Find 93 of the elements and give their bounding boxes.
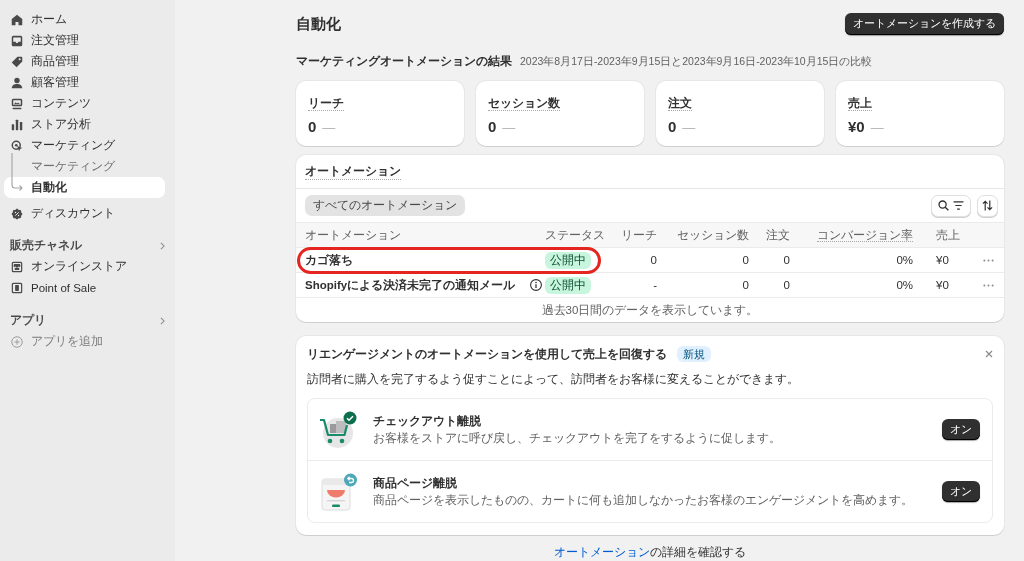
table-cell-text: 0: [741, 279, 749, 291]
metric-label: リーチ: [308, 96, 344, 111]
more-icon[interactable]: [982, 258, 994, 262]
product-page-icon: [318, 472, 358, 511]
card-description: 訪問者に購入を完了するよう促すことによって、訪問者をお客様に変えることができます。: [307, 372, 800, 386]
date-range-text: 2023年8月17日-2023年9月15日と2023年9月16日-2023年10月15日の比較: [520, 54, 873, 68]
metric-value: 0: [668, 117, 677, 137]
suggestion-title: 商品ページ離脱: [373, 476, 458, 491]
chevron-right-icon[interactable]: [160, 241, 165, 250]
monitor-icon: [11, 97, 23, 110]
bar-chart-icon: [11, 118, 23, 131]
sort-icon: [982, 200, 993, 211]
table-cell-text: 0: [649, 254, 657, 266]
nav-item[interactable]: コンテンツ: [4, 93, 165, 114]
card-title: オートメーション: [305, 163, 401, 180]
table-cell-text: 0%: [895, 279, 913, 291]
info-icon[interactable]: [530, 279, 542, 291]
metric-value: ¥0: [848, 117, 865, 137]
turn-on-button[interactable]: オン: [942, 419, 980, 440]
tree-connector: [11, 152, 23, 191]
nav-item[interactable]: Point of Sale: [4, 277, 165, 298]
table-cell-text: 0: [741, 254, 749, 266]
search-icon: [938, 200, 949, 211]
sort-button[interactable]: [977, 194, 998, 217]
table-cell-text: 0: [782, 254, 790, 266]
search-filter-button[interactable]: [931, 194, 971, 217]
section-heading[interactable]: 販売チャネル: [10, 238, 82, 253]
automation-link[interactable]: オートメーション: [554, 546, 650, 558]
nav-subitem[interactable]: マーケティング: [4, 156, 165, 177]
metric-change: —: [682, 119, 696, 135]
more-icon[interactable]: [982, 283, 994, 287]
page-title: 自動化: [296, 14, 341, 34]
column-header: 売上: [935, 227, 961, 243]
target-icon: [11, 139, 23, 152]
add-icon: [11, 335, 23, 348]
nav-item[interactable]: 注文管理: [4, 30, 165, 51]
metric-value: 0: [488, 117, 497, 137]
nav-subitem[interactable]: 自動化: [4, 177, 165, 198]
tag-icon: [11, 55, 23, 68]
card-title: リエンゲージメントのオートメーションを使用して売上を回復する: [307, 345, 667, 363]
home-icon: [11, 13, 23, 26]
table-cell-text: ¥0: [935, 254, 950, 266]
inbox-icon: [11, 34, 23, 47]
nav-item[interactable]: ストア分析: [4, 114, 165, 135]
nav-item[interactable]: アプリを追加: [4, 331, 165, 352]
metric-label: セッション数: [488, 96, 560, 111]
column-header: ステータス: [545, 227, 606, 243]
device-icon: [11, 281, 23, 294]
metric-change: —: [870, 119, 884, 135]
metric-value: 0: [308, 117, 317, 137]
chevron-right-icon[interactable]: [160, 316, 165, 325]
turn-on-button[interactable]: オン: [942, 481, 980, 502]
table-row[interactable]: Shopifyによる決済未完了の通知メール 公開中 - 0 0 0% ¥0: [296, 273, 1004, 298]
column-header: コンバージョン率: [816, 227, 913, 243]
section-title: マーケティングオートメーションの結果: [296, 54, 512, 68]
create-automation-button[interactable]: オートメーションを作成する: [845, 13, 1004, 35]
table-row[interactable]: カゴ落ち 公開中 0 0 0 0% ¥0: [296, 248, 1004, 273]
table-cell-text: 0: [782, 279, 790, 291]
suggestion-description: お客様をストアに呼び戻し、チェックアウトを完了をするように促します。: [373, 431, 781, 445]
discount-badge-icon: [11, 207, 23, 220]
filter-icon: [953, 201, 964, 210]
nav-item[interactable]: ホーム: [4, 9, 165, 30]
storefront-icon: [11, 260, 23, 273]
status-badge: 公開中: [545, 276, 591, 294]
automation-name[interactable]: カゴ落ち: [305, 252, 353, 268]
suggestion-title: チェックアウト離脱: [373, 414, 482, 429]
metric-label: 売上: [848, 96, 872, 111]
nav-item[interactable]: ディスカウント: [4, 203, 165, 224]
column-header: オートメーション: [305, 227, 402, 243]
suggestion-description: 商品ページを表示したものの、カートに何も追加しなかったお客様のエンゲージメントを高めます。: [373, 493, 913, 507]
nav-item[interactable]: オンラインストア: [4, 256, 165, 277]
filter-tab[interactable]: すべてのオートメーション: [305, 195, 465, 216]
nav-item[interactable]: 商品管理: [4, 51, 165, 72]
metric-change: —: [322, 119, 336, 135]
close-icon[interactable]: [985, 350, 993, 358]
metric-label: 注文: [668, 96, 692, 111]
person-icon: [11, 76, 23, 89]
metric-change: —: [502, 119, 516, 135]
column-header: セッション数: [676, 227, 749, 243]
nav-item[interactable]: マーケティング: [4, 135, 165, 156]
table-cell-text: 0%: [895, 254, 913, 266]
automation-name[interactable]: Shopifyによる決済未完了の通知メール: [305, 277, 516, 293]
section-heading[interactable]: アプリ: [10, 313, 46, 328]
table-cell-text: -: [652, 279, 657, 291]
nav-item[interactable]: 顧客管理: [4, 72, 165, 93]
shopping-cart-icon: [318, 410, 358, 449]
new-badge: 新規: [677, 346, 711, 362]
table-cell-text: ¥0: [935, 279, 950, 291]
column-header: リーチ: [620, 227, 657, 243]
status-badge: 公開中: [545, 251, 591, 269]
learn-more-text: オートメーションの詳細を確認する: [553, 545, 747, 559]
column-header: 注文: [765, 227, 790, 243]
table-footnote: 過去30日間のデータを表示しています。: [540, 302, 760, 318]
